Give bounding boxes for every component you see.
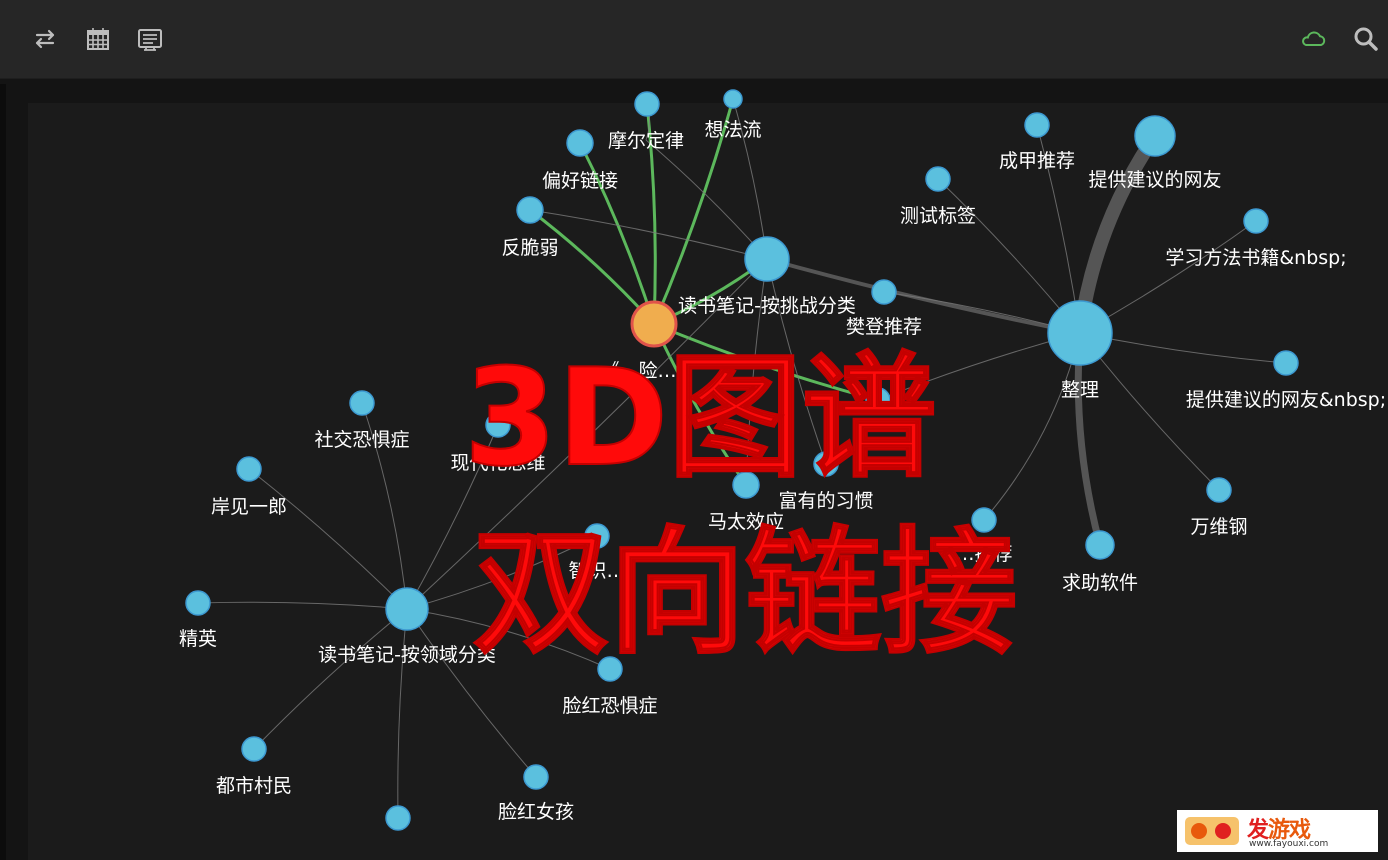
node-label: …推荐 [955,543,1012,565]
graph-node[interactable] [1243,208,1269,234]
graph-node[interactable] [723,89,743,109]
node-label: 富有的习惯 [778,490,873,512]
graph-node[interactable] [971,507,997,533]
node-label: 读书笔记-按领域分类 [318,644,496,666]
node-label: 社交恐惧症 [314,429,409,451]
graph-node[interactable] [925,166,951,192]
node-label: 万维钢 [1190,516,1247,538]
graph-node[interactable] [385,587,429,631]
node-label: 反脆弱 [501,237,558,259]
graph-node[interactable] [523,764,549,790]
watermark-logo: 发游戏 www.fayouxi.com [1177,810,1378,852]
node-label: … [875,428,894,450]
node-label: 读书笔记-按挑战分类 [678,295,856,317]
graph-node[interactable] [813,451,839,477]
node-label: 马太效应 [708,511,784,533]
graph-node[interactable] [1273,350,1299,376]
node-label: 偏好链接 [542,170,618,192]
graph-node[interactable] [597,656,623,682]
graph-node[interactable] [871,279,897,305]
node-label: 成甲推荐 [999,150,1075,172]
graph-node[interactable] [385,805,411,831]
node-label: 都市村民 [216,775,292,797]
graph-node[interactable] [566,129,594,157]
node-label: 摩尔定律 [608,130,684,152]
node-label: 提供建议的网友 [1088,169,1221,191]
graph-link [248,468,408,610]
nodes-layer [185,89,1299,831]
node-label: 智识… [568,560,625,582]
node-label: 《…险…》 [600,360,695,382]
graph-link [397,608,408,819]
graph-node[interactable] [634,91,660,117]
node-label: 整理 [1061,379,1099,401]
graph-node[interactable] [584,523,610,549]
node-label: 想法流 [704,119,761,141]
graph-node[interactable] [865,387,891,413]
site-logo-icon [1185,817,1239,845]
graph-node[interactable] [1134,115,1176,157]
graph-node[interactable] [1085,530,1115,560]
node-label: 脸红女孩 [498,801,574,823]
watermark-url: www.fayouxi.com [1249,839,1329,849]
graph-node[interactable] [241,736,267,762]
graph-node[interactable] [236,456,262,482]
graph-link [529,209,768,260]
node-label: 精英 [179,628,217,650]
graph-node[interactable] [630,300,678,348]
node-label: 提供建议的网友&nbsp; [1186,389,1386,411]
graph-link [652,323,748,486]
graph-link [253,608,408,750]
links-layer [197,98,1287,819]
graph-node[interactable] [1206,477,1232,503]
graph-node[interactable] [732,471,760,499]
graph-link [197,601,408,610]
graph-node[interactable] [485,412,511,438]
graph-node[interactable] [1024,112,1050,138]
labels-layer: 想法流摩尔定律偏好链接反脆弱读书笔记-按挑战分类《…险…》成甲推荐提供建议的网友… [179,119,1386,823]
graph-link [766,258,827,465]
node-label: 脸红恐惧症 [562,695,657,717]
node-label: 现代化思维 [450,452,545,474]
graph-view[interactable]: 想法流摩尔定律偏好链接反脆弱读书笔记-按挑战分类《…险…》成甲推荐提供建议的网友… [0,0,1388,860]
graph-node[interactable] [349,390,375,416]
graph-node[interactable] [744,236,790,282]
graph-node[interactable] [185,590,211,616]
node-label: 测试标签 [900,205,976,227]
graph-node[interactable] [516,196,544,224]
node-label: 求助软件 [1062,572,1138,594]
graph-node[interactable] [1047,300,1113,366]
node-label: 学习方法书籍&nbsp; [1165,247,1346,269]
graph-link [745,258,768,486]
node-label: 岸见一郎 [211,496,287,518]
node-label: 樊登推荐 [846,316,922,338]
